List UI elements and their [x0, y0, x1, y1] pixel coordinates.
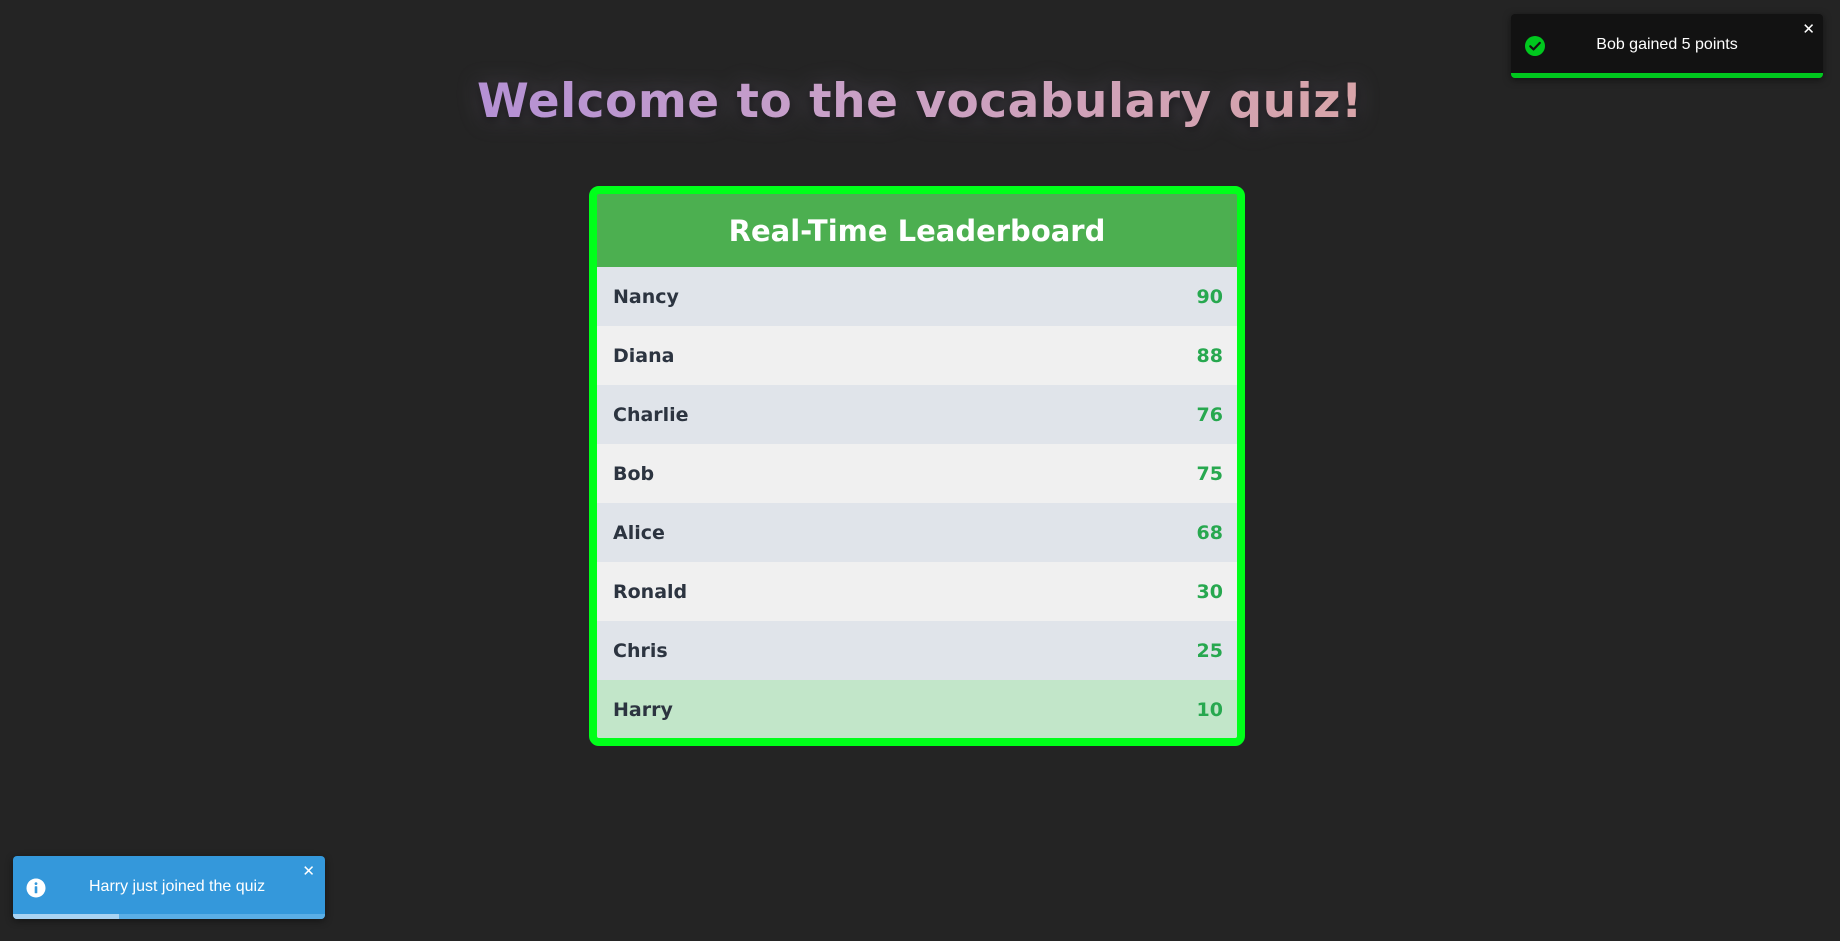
player-score: 25 — [1196, 639, 1223, 662]
player-name: Alice — [613, 521, 665, 544]
toast-progress-fill — [1511, 73, 1823, 78]
leaderboard-row: Nancy 90 — [597, 267, 1237, 326]
leaderboard-row: Diana 88 — [597, 326, 1237, 385]
player-name: Harry — [613, 698, 673, 721]
player-score: 30 — [1196, 580, 1223, 603]
player-score: 68 — [1196, 521, 1223, 544]
player-score: 76 — [1196, 403, 1223, 426]
player-score: 90 — [1196, 285, 1223, 308]
info-circle-icon — [26, 878, 46, 898]
player-name: Nancy — [613, 285, 679, 308]
close-icon[interactable]: ✕ — [1802, 22, 1815, 37]
leaderboard-row: Alice 68 — [597, 503, 1237, 562]
close-icon[interactable]: ✕ — [302, 864, 315, 879]
info-toast[interactable]: Harry just joined the quiz ✕ — [13, 856, 325, 919]
leaderboard-row: Ronald 30 — [597, 562, 1237, 621]
player-name: Chris — [613, 639, 668, 662]
leaderboard: Real-Time Leaderboard Nancy 90 Diana 88 … — [589, 186, 1245, 746]
player-name: Charlie — [613, 403, 689, 426]
player-score: 88 — [1196, 344, 1223, 367]
player-name: Diana — [613, 344, 675, 367]
toast-progress-bar — [13, 914, 325, 919]
leaderboard-list: Nancy 90 Diana 88 Charlie 76 Bob 75 Alic… — [597, 267, 1237, 738]
leaderboard-header: Real-Time Leaderboard — [597, 194, 1237, 267]
leaderboard-row: Chris 25 — [597, 621, 1237, 680]
leaderboard-row: Bob 75 — [597, 444, 1237, 503]
player-score: 75 — [1196, 462, 1223, 485]
leaderboard-row-highlighted: Harry 10 — [597, 680, 1237, 738]
leaderboard-row: Charlie 76 — [597, 385, 1237, 444]
quiz-page: Welcome to the vocabulary quiz! Real-Tim… — [0, 0, 1840, 941]
player-name: Bob — [613, 462, 655, 485]
success-toast[interactable]: Bob gained 5 points ✕ — [1511, 14, 1823, 78]
toast-message: Bob gained 5 points — [1596, 36, 1738, 53]
toast-message: Harry just joined the quiz — [89, 878, 266, 895]
toast-progress-fill — [13, 914, 120, 919]
player-score: 10 — [1196, 698, 1223, 721]
page-title: Welcome to the vocabulary quiz! — [0, 72, 1840, 132]
player-name: Ronald — [613, 580, 688, 603]
toast-progress-bar — [1511, 73, 1823, 78]
leaderboard-title: Real-Time Leaderboard — [728, 213, 1106, 248]
